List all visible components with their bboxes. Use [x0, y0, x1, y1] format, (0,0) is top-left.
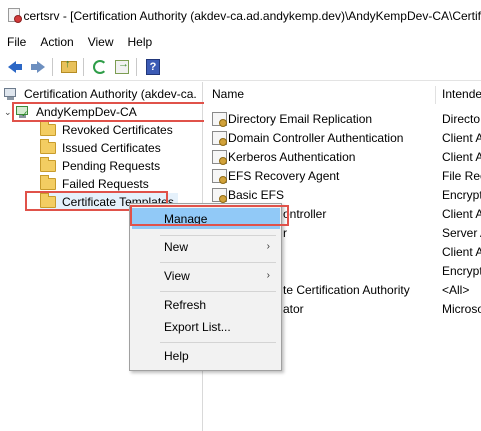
tree-item-pending-requests[interactable]: Pending Requests — [40, 157, 160, 175]
list-row[interactable]: Directory Email Replication Directo — [204, 109, 481, 128]
menu-item-label: View — [164, 268, 190, 283]
export-list-button[interactable] — [112, 57, 132, 77]
tree-root-label: Certification Authority (akdev-ca. — [24, 87, 197, 101]
row-purpose: Server A — [442, 225, 481, 240]
folder-icon — [40, 157, 56, 172]
menu-item-label: Refresh — [164, 297, 207, 312]
row-purpose: File Rec — [442, 168, 481, 183]
export-list-icon — [115, 58, 129, 74]
menu-item-label: Export List... — [164, 319, 231, 334]
annotation-highlight-ca — [12, 102, 212, 122]
tree-folder-label: Revoked Certificates — [62, 123, 173, 137]
folder-icon — [40, 121, 56, 136]
column-header-intended-purpose[interactable]: Intende — [442, 82, 481, 106]
annotation-highlight-manage — [130, 205, 289, 226]
toolbar-separator — [83, 57, 84, 76]
toolbar-separator — [52, 57, 53, 76]
certificate-template-icon — [212, 111, 227, 127]
list-row[interactable]: Basic EFS Encrypt — [204, 185, 481, 204]
certificate-app-icon — [7, 7, 22, 24]
row-purpose: Encrypt — [442, 187, 481, 202]
row-name: ontroller — [283, 206, 327, 221]
tree-root-certification-authority[interactable]: Certification Authority (akdev-ca. — [4, 85, 197, 103]
row-name: Kerberos Authentication — [228, 149, 356, 164]
list-row[interactable]: Domain Controller Authentication Client … — [204, 128, 481, 147]
menu-action[interactable]: Action — [33, 31, 80, 53]
back-arrow-icon — [8, 60, 22, 73]
folder-icon — [40, 175, 56, 190]
row-purpose: Directo — [442, 111, 481, 126]
row-name: te Certification Authority — [283, 282, 410, 297]
row-name: Directory Email Replication — [228, 111, 373, 126]
toolbar: ? — [0, 53, 481, 81]
row-purpose: Client A — [442, 244, 481, 259]
list-row[interactable]: Kerberos Authentication Client A — [204, 147, 481, 166]
tree-folder-label: Failed Requests — [62, 177, 149, 191]
menu-item-label: New — [164, 239, 189, 254]
refresh-button[interactable] — [90, 57, 110, 77]
row-purpose: <All> — [442, 282, 470, 297]
submenu-arrow-icon: › — [266, 241, 270, 252]
back-button[interactable] — [2, 57, 22, 77]
tree-folder-label: Pending Requests — [62, 159, 161, 173]
certificate-template-icon — [212, 149, 227, 165]
up-folder-icon — [61, 58, 77, 73]
forward-button[interactable] — [28, 57, 48, 77]
menu-separator — [160, 291, 276, 292]
certificate-template-icon — [212, 130, 227, 146]
menu-view[interactable]: View — [81, 31, 121, 53]
tree-item-issued-certificates[interactable]: Issued Certificates — [40, 139, 161, 157]
menu-separator — [160, 342, 276, 343]
menu-file[interactable]: File — [0, 31, 33, 53]
menu-item-label: Help — [164, 348, 189, 363]
context-menu-export-list[interactable]: Export List... — [132, 316, 280, 337]
context-menu-help[interactable]: Help — [132, 345, 280, 366]
up-one-level-button[interactable] — [59, 57, 79, 77]
context-menu: Manage New › View › Refresh Export List.… — [129, 203, 289, 371]
row-name: Domain Controller Authentication — [228, 130, 404, 145]
row-purpose: Encrypt — [442, 263, 481, 278]
row-purpose: Client A — [442, 130, 481, 145]
forward-arrow-icon — [31, 60, 45, 73]
tree-folder-label: Issued Certificates — [62, 141, 161, 155]
column-divider[interactable] — [435, 86, 436, 104]
row-name: ator — [283, 301, 304, 316]
menu-bar: File Action View Help — [0, 31, 481, 53]
row-purpose: Client A — [442, 149, 481, 164]
submenu-arrow-icon: › — [266, 270, 270, 281]
certification-authority-icon — [4, 87, 18, 101]
row-purpose: Client A — [442, 206, 481, 221]
tree-item-revoked-certificates[interactable]: Revoked Certificates — [40, 121, 173, 139]
row-name: r — [283, 225, 287, 240]
certificate-template-icon — [212, 187, 227, 203]
row-name: Basic EFS — [228, 187, 285, 202]
menu-separator — [160, 262, 276, 263]
list-row[interactable]: EFS Recovery Agent File Rec — [204, 166, 481, 185]
refresh-icon — [93, 59, 107, 74]
menu-help[interactable]: Help — [121, 31, 160, 53]
context-menu-view[interactable]: View › — [132, 265, 280, 286]
row-name: EFS Recovery Agent — [228, 168, 340, 183]
window-title: certsrv - [Certification Authority (akde… — [23, 8, 481, 23]
column-header-name[interactable]: Name — [212, 82, 244, 106]
title-bar: certsrv - [Certification Authority (akde… — [0, 0, 481, 31]
folder-icon — [40, 139, 56, 154]
context-menu-refresh[interactable]: Refresh — [132, 294, 280, 315]
help-icon: ? — [146, 58, 160, 75]
row-purpose: Microso — [442, 301, 481, 316]
certificate-template-icon — [212, 168, 227, 184]
context-menu-new[interactable]: New › — [132, 236, 280, 257]
help-button[interactable]: ? — [143, 57, 163, 77]
toolbar-separator — [136, 57, 137, 76]
